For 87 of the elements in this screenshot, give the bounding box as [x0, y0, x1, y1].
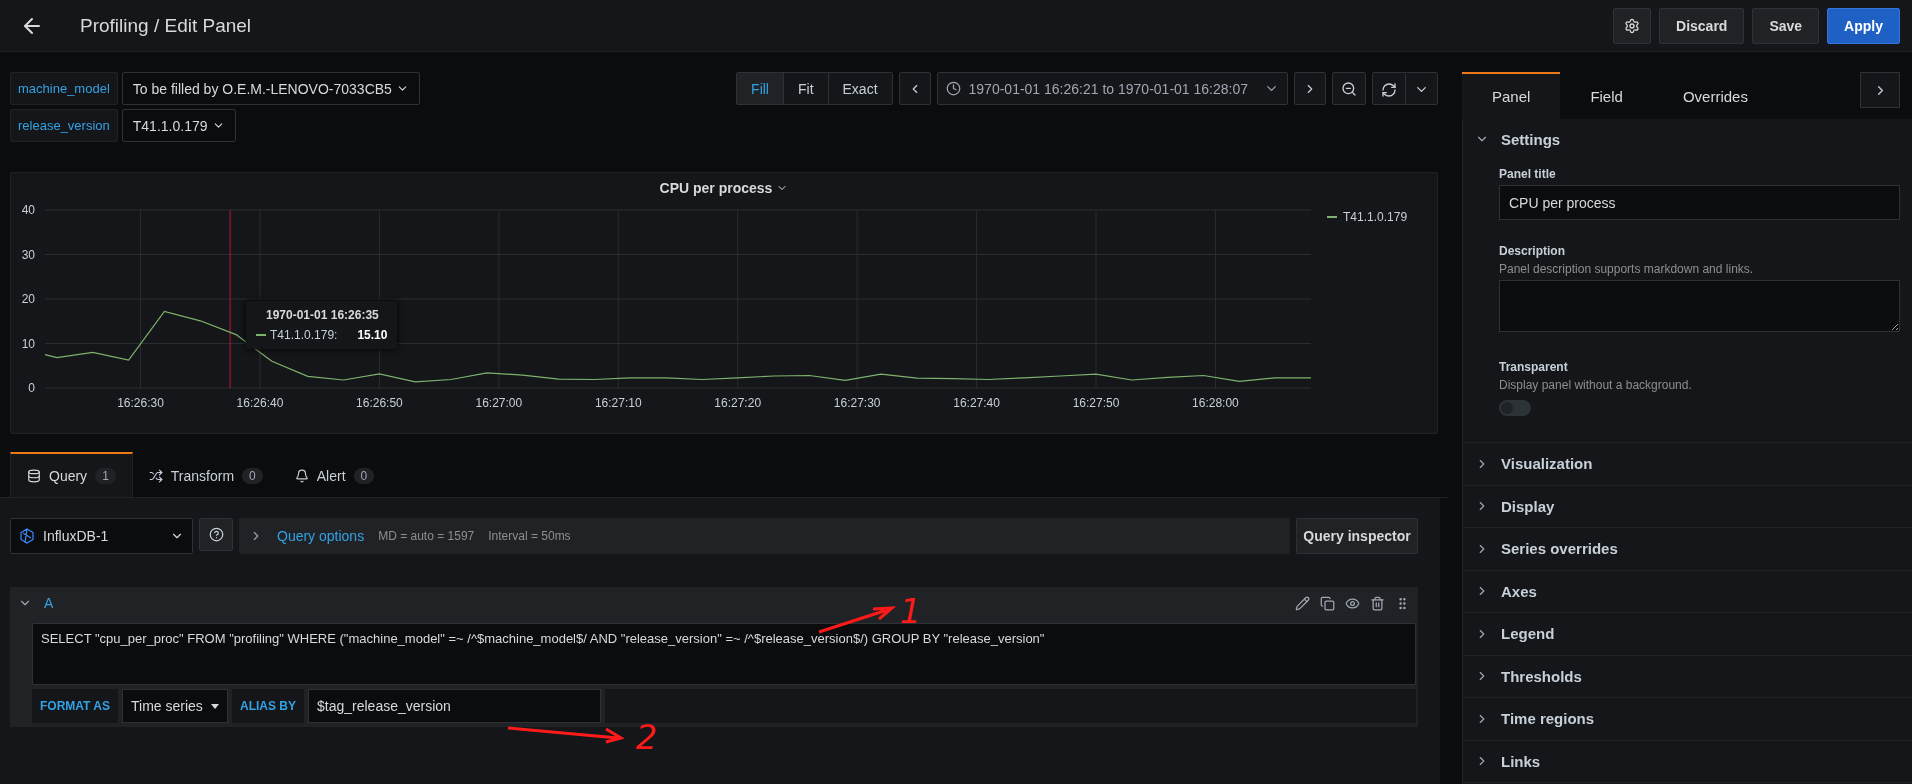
mode-button[interactable]: Exact [828, 73, 892, 104]
description-input[interactable] [1499, 280, 1900, 332]
section-header[interactable]: Visualization [1463, 443, 1912, 486]
help-icon [208, 527, 224, 542]
count-badge: 0 [353, 467, 375, 484]
options-tab[interactable]: Overrides [1652, 72, 1778, 119]
query-option-info: MD = auto = 1597 [378, 529, 475, 543]
section-header[interactable]: Thresholds [1463, 655, 1912, 698]
alias-input[interactable]: $tag_release_version [308, 689, 601, 723]
shuffle-icon [148, 468, 163, 483]
clock-icon [945, 81, 961, 96]
hexagon-logo-icon [19, 528, 35, 544]
x-axis-label: 16:27:40 [953, 396, 1000, 410]
page-title: Profiling / Edit Panel [80, 14, 253, 37]
format-select[interactable]: Time series [122, 689, 228, 723]
field-help: Display panel without a background. [1499, 378, 1693, 392]
x-axis-label: 16:27:00 [475, 396, 523, 410]
y-axis-label: 10 [21, 336, 35, 351]
y-axis-label: 20 [21, 292, 35, 306]
copy-icon[interactable] [1320, 595, 1335, 611]
bell-icon [294, 468, 309, 483]
field-help: Panel description supports markdown and links. [1499, 262, 1755, 276]
format-label: FORMAT AS [32, 689, 118, 723]
section-header[interactable]: Axes [1463, 570, 1912, 613]
options-tab[interactable]: Field [1560, 72, 1653, 119]
transparent-switch[interactable] [1499, 400, 1531, 416]
x-axis-label: 16:26:50 [356, 396, 403, 410]
x-axis-label: 16:27:20 [714, 396, 762, 410]
variable-label: machine_model [10, 72, 118, 105]
x-axis-label: 16:27:50 [1072, 396, 1120, 410]
tooltip-series: T41.1.0.179: [270, 328, 338, 342]
delete-icon[interactable] [1370, 595, 1385, 611]
count-badge: 0 [242, 467, 263, 484]
query-inspector-button[interactable]: Query inspector [1296, 518, 1418, 554]
y-axis-label: 0 [28, 381, 35, 395]
tooltip-value: 15.10 [357, 328, 388, 342]
query-tab[interactable]: Query 1 [10, 452, 133, 497]
alias-label: ALIAS BY [232, 689, 304, 723]
database-icon [27, 468, 41, 483]
panel-title-input[interactable]: CPU per process [1499, 185, 1900, 220]
settings-icon [1624, 17, 1641, 34]
zoom-out-button[interactable] [1332, 72, 1366, 105]
settings-button[interactable] [1613, 7, 1652, 44]
section-header[interactable]: Legend [1463, 613, 1912, 656]
annotation-number: 2 [636, 720, 658, 754]
header-button[interactable]: Apply [1827, 7, 1900, 44]
section-header[interactable]: Time regions [1463, 698, 1912, 741]
mode-button[interactable]: Fit [783, 73, 829, 104]
header-button[interactable]: Save [1752, 7, 1820, 44]
x-axis-label: 16:26:30 [117, 396, 164, 410]
field-label: Panel title [1499, 167, 1557, 181]
datasource-select[interactable]: InfluxDB-1 [10, 518, 193, 554]
caret-down-icon [211, 703, 219, 709]
options-tab[interactable]: Panel [1462, 72, 1561, 119]
query-tab[interactable]: Transform 0 [132, 452, 279, 497]
variable-label: release_version [10, 109, 118, 142]
query-editor[interactable]: SELECT "cpu_per_proc" FROM "profiling" WHERE ("machine_model" =~ /^$machine_model$/ AND "release_version" =~ /^$release_version$/) GROUP BY "release_version" [32, 623, 1416, 685]
query-options-link[interactable]: Query options [249, 528, 365, 544]
edit-icon[interactable] [1295, 595, 1310, 611]
header-button[interactable]: Discard [1659, 7, 1745, 44]
x-axis-label: 16:28:00 [1192, 396, 1239, 410]
refresh-icon [1381, 81, 1397, 98]
refresh-button[interactable] [1373, 73, 1406, 104]
eye-icon[interactable] [1345, 595, 1360, 611]
section-header[interactable]: Settings [1463, 119, 1912, 159]
zoom-out-icon [1341, 80, 1357, 97]
x-axis-label: 16:27:30 [833, 396, 881, 410]
section-header[interactable]: Display [1463, 485, 1912, 528]
y-axis-label: 40 [21, 203, 35, 217]
variable-select[interactable]: T41.1.0.179 [121, 109, 236, 142]
tooltip-time: 1970-01-01 16:26:35 [265, 308, 380, 322]
time-range-picker[interactable]: 1970-01-01 16:26:21 to 1970-01-01 16:28:07 [936, 72, 1288, 105]
query-tab[interactable]: Alert 0 [278, 452, 391, 497]
legend-item[interactable]: T41.1.0.179 [1327, 210, 1408, 224]
field-label: Transparent [1499, 360, 1569, 374]
panel-title[interactable]: CPU per process [659, 180, 789, 196]
field-label: Description [1499, 244, 1566, 258]
x-axis-label: 16:27:10 [594, 396, 642, 410]
query-option-info: Interval = 50ms [488, 529, 571, 543]
section-header[interactable]: Links [1463, 740, 1912, 783]
help-button[interactable] [199, 518, 233, 551]
section-header[interactable]: Series overrides [1463, 528, 1912, 571]
variable-select[interactable]: To be filled by O.E.M.-LENOVO-7033CB5 [121, 72, 420, 105]
x-axis-label: 16:26:40 [236, 396, 284, 410]
count-badge: 1 [95, 467, 116, 484]
mode-button[interactable]: Fill [737, 73, 784, 104]
y-axis-label: 30 [21, 247, 35, 262]
